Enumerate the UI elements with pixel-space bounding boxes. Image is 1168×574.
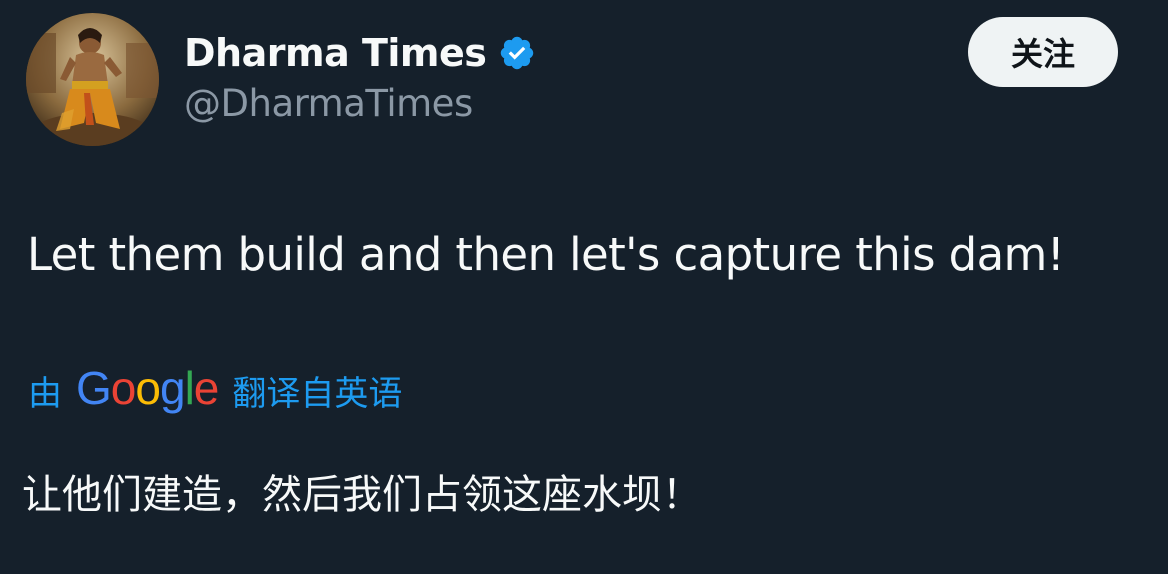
tweet-card: Dharma Times @DharmaTimes 关注 Let them bu…: [0, 0, 1168, 574]
google-logo-letter: o: [110, 362, 137, 414]
tweet-text: Let them build and then let's capture th…: [27, 228, 1065, 281]
translation-prefix: 由: [28, 373, 62, 414]
google-logo-text: Google: [76, 362, 220, 414]
translated-tweet-text: 让他们建造，然后我们占领这座水坝！: [22, 472, 702, 518]
google-logo-letter: G: [76, 362, 112, 414]
author-name-row: Dharma Times: [184, 28, 536, 78]
google-logo-letter: l: [184, 362, 195, 414]
google-logo-letter: o: [135, 362, 161, 414]
avatar-illustration: [26, 13, 159, 146]
translation-suffix: 翻译自英语: [232, 373, 403, 414]
author-display-name[interactable]: Dharma Times: [184, 31, 487, 75]
follow-button[interactable]: 关注: [968, 17, 1118, 87]
verified-badge-icon[interactable]: [498, 34, 536, 72]
google-logo: Google: [76, 361, 220, 415]
google-logo-letter: e: [193, 362, 220, 414]
author-handle[interactable]: @DharmaTimes: [184, 82, 473, 125]
avatar[interactable]: [26, 13, 159, 146]
google-logo-letter: g: [159, 362, 186, 414]
translation-attribution[interactable]: 由 Google 翻译自英语: [28, 362, 402, 418]
